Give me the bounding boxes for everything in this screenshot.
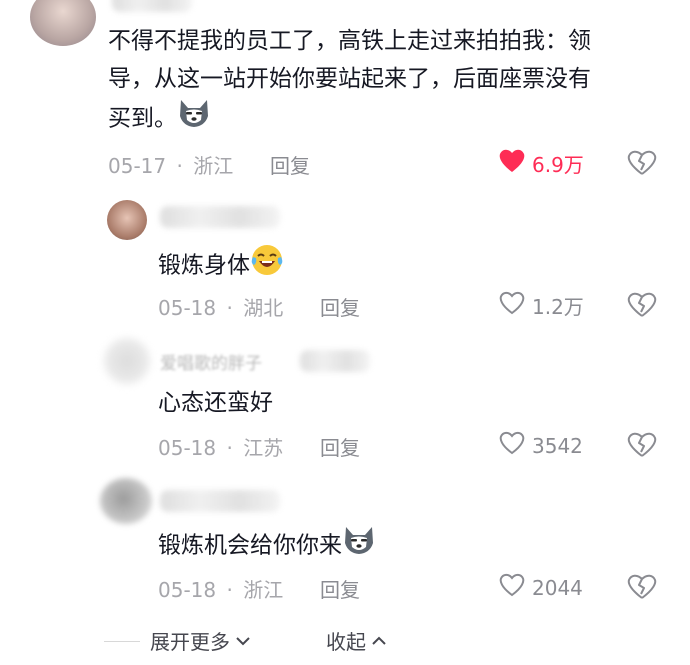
laughing-crying-emoji [250,243,284,289]
comment-text: 心态还蛮好 [158,390,273,416]
heart-filled-icon [498,148,526,179]
broken-heart-icon [627,292,657,323]
comment-date: 05-18 [158,296,217,320]
chevron-up-icon [370,629,388,653]
collapse-label: 收起 [326,630,366,654]
broken-heart-icon [627,574,657,605]
comment-date: 05-17 [108,154,167,178]
comment-meta: 05-18 · 江苏 [158,432,283,461]
like-count: 3542 [532,433,583,458]
heart-outline-icon [498,430,526,461]
dislike-button[interactable] [627,149,657,177]
broken-heart-icon [627,150,657,181]
broken-heart-icon [627,432,657,463]
husky-emoji [177,98,211,140]
collapse-button[interactable]: 收起 [326,626,388,655]
comment-meta: 05-17 · 浙江 [108,150,233,179]
comment-date: 05-18 [158,578,217,602]
comment-text: 不得不提我的员工了，高铁上走过来拍拍我：领 导，从这一站开始你要站起来了，后面座… [108,22,668,140]
comment-text: 锻炼身体 [158,243,284,289]
reply-button[interactable]: 回复 [320,574,360,603]
chevron-down-icon [234,629,252,653]
reply-button[interactable]: 回复 [270,150,310,179]
expand-more-button[interactable]: 展开更多 [150,626,252,655]
like-count: 1.2万 [532,295,584,319]
comment-location: 浙江 [193,154,234,178]
comment-meta: 05-18 · 浙江 [158,574,283,603]
expand-more-label: 展开更多 [150,630,230,654]
like-button[interactable]: 6.9万 [498,148,584,179]
like-button[interactable]: 2044 [498,572,583,603]
reply-button[interactable]: 回复 [320,432,360,461]
dislike-button[interactable] [627,291,657,319]
username-blurred[interactable] [112,0,192,12]
avatar[interactable] [100,478,152,524]
comment-text: 锻炼机会给你你来 [158,525,376,567]
heart-outline-icon [498,290,526,321]
meta-separator: · [226,578,233,602]
like-count: 2044 [532,575,583,600]
meta-separator: · [176,154,183,178]
meta-separator: · [226,296,233,320]
avatar[interactable] [107,200,147,240]
like-button[interactable]: 3542 [498,430,583,461]
username-blurred[interactable] [160,206,280,228]
comment-date: 05-18 [158,436,217,460]
comment-location: 浙江 [243,578,284,602]
username-blurred[interactable] [160,490,280,512]
comment-location: 湖北 [243,296,284,320]
avatar[interactable] [30,0,96,46]
meta-separator: · [226,436,233,460]
dislike-button[interactable] [627,431,657,459]
footer-divider [104,641,140,642]
comment-meta: 05-18 · 湖北 [158,292,283,321]
husky-emoji [342,525,376,567]
heart-outline-icon [498,572,526,603]
dislike-button[interactable] [627,573,657,601]
avatar[interactable] [104,338,150,384]
comment-location: 江苏 [243,436,284,460]
reply-button[interactable]: 回复 [320,292,360,321]
username-blurred [300,350,370,372]
like-button[interactable]: 1.2万 [498,290,584,321]
username[interactable]: 爱唱歌的胖子 [160,349,262,374]
like-count: 6.9万 [532,153,584,177]
